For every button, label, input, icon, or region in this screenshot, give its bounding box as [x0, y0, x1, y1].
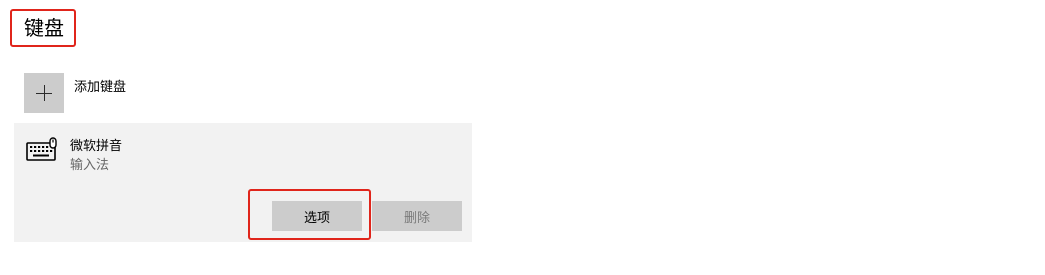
page-title-text: 键盘	[24, 16, 64, 40]
add-keyboard-label[interactable]: 添加键盘	[74, 76, 126, 95]
options-button[interactable]: 选项	[272, 201, 362, 231]
keyboard-name: 微软拼音	[70, 139, 123, 154]
delete-button[interactable]: 删除	[372, 201, 462, 231]
options-button-label: 选项	[303, 210, 330, 226]
keyboard-type: 输入法	[70, 158, 110, 173]
add-keyboard-button[interactable]: 添加键盘	[24, 73, 126, 113]
delete-button-label: 删除	[403, 210, 430, 226]
plus-icon[interactable]	[24, 73, 64, 113]
page-title: 键盘	[10, 9, 76, 47]
keyboard-icon	[26, 137, 57, 161]
